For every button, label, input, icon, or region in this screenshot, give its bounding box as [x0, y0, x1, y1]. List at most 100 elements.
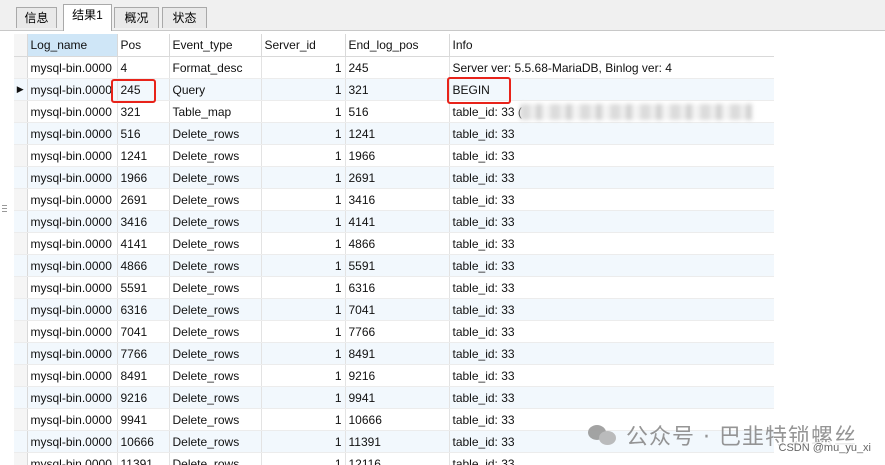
- cell-pos[interactable]: 4866: [117, 254, 170, 277]
- cell-end-log-pos[interactable]: 2691: [345, 166, 450, 189]
- cell-pos[interactable]: 5591: [117, 276, 170, 299]
- cell-log-name[interactable]: mysql-bin.0000: [27, 408, 118, 431]
- cell-server-id[interactable]: 1: [261, 452, 346, 465]
- cell-info[interactable]: table_id: 33: [449, 320, 774, 343]
- cell-server-id[interactable]: 1: [261, 56, 346, 79]
- cell-pos[interactable]: 516: [117, 122, 170, 145]
- cell-end-log-pos[interactable]: 11391: [345, 430, 450, 453]
- cell-server-id[interactable]: 1: [261, 430, 346, 453]
- row-indicator[interactable]: [14, 320, 28, 343]
- cell-end-log-pos[interactable]: 4866: [345, 232, 450, 255]
- cell-server-id[interactable]: 1: [261, 166, 346, 189]
- cell-end-log-pos[interactable]: 5591: [345, 254, 450, 277]
- table-row[interactable]: mysql-bin.0000 7041 Delete_rows 1 7766 table_…: [14, 320, 774, 343]
- cell-event-type[interactable]: Delete_rows: [169, 254, 262, 277]
- row-indicator[interactable]: [14, 408, 28, 431]
- cell-pos[interactable]: 1241: [117, 144, 170, 167]
- current-row-arrow-icon[interactable]: ▶: [14, 78, 28, 101]
- cell-pos[interactable]: 3416: [117, 210, 170, 233]
- row-indicator[interactable]: [14, 430, 28, 453]
- cell-log-name[interactable]: mysql-bin.0000: [27, 232, 118, 255]
- row-indicator[interactable]: [14, 122, 28, 145]
- cell-end-log-pos[interactable]: 1241: [345, 122, 450, 145]
- cell-log-name[interactable]: mysql-bin.0000: [27, 452, 118, 465]
- row-indicator[interactable]: [14, 298, 28, 321]
- column-header-event-type[interactable]: Event_type: [169, 34, 262, 57]
- column-header-pos[interactable]: Pos: [117, 34, 170, 57]
- cell-event-type[interactable]: Delete_rows: [169, 232, 262, 255]
- row-indicator[interactable]: [14, 364, 28, 387]
- cell-end-log-pos[interactable]: 321: [345, 78, 450, 101]
- row-indicator[interactable]: [14, 188, 28, 211]
- cell-server-id[interactable]: 1: [261, 364, 346, 387]
- cell-event-type[interactable]: Delete_rows: [169, 452, 262, 465]
- cell-info[interactable]: table_id: 33: [449, 276, 774, 299]
- cell-pos[interactable]: 321: [117, 100, 170, 123]
- cell-server-id[interactable]: 1: [261, 386, 346, 409]
- cell-log-name[interactable]: mysql-bin.0000: [27, 276, 118, 299]
- cell-pos[interactable]: 11391: [117, 452, 170, 465]
- cell-pos[interactable]: 1966: [117, 166, 170, 189]
- cell-event-type[interactable]: Delete_rows: [169, 166, 262, 189]
- cell-end-log-pos[interactable]: 516: [345, 100, 450, 123]
- cell-log-name[interactable]: mysql-bin.0000: [27, 386, 118, 409]
- cell-event-type[interactable]: Format_desc: [169, 56, 262, 79]
- cell-pos[interactable]: 7766: [117, 342, 170, 365]
- cell-log-name[interactable]: mysql-bin.0000: [27, 144, 118, 167]
- cell-pos[interactable]: 6316: [117, 298, 170, 321]
- cell-pos[interactable]: 10666: [117, 430, 170, 453]
- cell-event-type[interactable]: Delete_rows: [169, 276, 262, 299]
- cell-pos[interactable]: 2691: [117, 188, 170, 211]
- cell-event-type[interactable]: Query: [169, 78, 262, 101]
- table-row[interactable]: mysql-bin.0000 6316 Delete_rows 1 7041 table_…: [14, 298, 774, 321]
- cell-end-log-pos[interactable]: 1966: [345, 144, 450, 167]
- cell-end-log-pos[interactable]: 6316: [345, 276, 450, 299]
- cell-info[interactable]: table_id: 33: [449, 254, 774, 277]
- cell-server-id[interactable]: 1: [261, 188, 346, 211]
- cell-pos[interactable]: 7041: [117, 320, 170, 343]
- row-indicator[interactable]: [14, 386, 28, 409]
- table-row[interactable]: mysql-bin.0000 8491 Delete_rows 1 9216 table_…: [14, 364, 774, 387]
- cell-info[interactable]: table_id: 33: [449, 166, 774, 189]
- table-row[interactable]: mysql-bin.0000 1966 Delete_rows 1 2691 table_…: [14, 166, 774, 189]
- cell-info[interactable]: table_id: 33: [449, 144, 774, 167]
- tab-result-1[interactable]: 结果1: [63, 4, 112, 31]
- column-header-server-id[interactable]: Server_id: [261, 34, 346, 57]
- table-row[interactable]: mysql-bin.0000 5591 Delete_rows 1 6316 table_…: [14, 276, 774, 299]
- cell-end-log-pos[interactable]: 12116: [345, 452, 450, 465]
- cell-server-id[interactable]: 1: [261, 122, 346, 145]
- cell-end-log-pos[interactable]: 7766: [345, 320, 450, 343]
- row-indicator[interactable]: [14, 144, 28, 167]
- cell-end-log-pos[interactable]: 8491: [345, 342, 450, 365]
- cell-event-type[interactable]: Delete_rows: [169, 320, 262, 343]
- table-row[interactable]: mysql-bin.0000 3416 Delete_rows 1 4141 table_…: [14, 210, 774, 233]
- cell-log-name[interactable]: mysql-bin.0000: [27, 78, 118, 101]
- cell-info[interactable]: table_id: 33: [449, 122, 774, 145]
- row-indicator[interactable]: [14, 100, 28, 123]
- table-row[interactable]: mysql-bin.0000 1241 Delete_rows 1 1966 table_…: [14, 144, 774, 167]
- row-indicator[interactable]: [14, 166, 28, 189]
- cell-log-name[interactable]: mysql-bin.0000: [27, 210, 118, 233]
- table-row[interactable]: mysql-bin.0000 4 Format_desc 1 245 Server ver…: [14, 56, 774, 79]
- tab-profile[interactable]: 概况: [114, 7, 159, 28]
- cell-log-name[interactable]: mysql-bin.0000: [27, 320, 118, 343]
- cell-server-id[interactable]: 1: [261, 320, 346, 343]
- cell-end-log-pos[interactable]: 9216: [345, 364, 450, 387]
- cell-pos[interactable]: 9941: [117, 408, 170, 431]
- cell-server-id[interactable]: 1: [261, 144, 346, 167]
- cell-log-name[interactable]: mysql-bin.0000: [27, 100, 118, 123]
- row-indicator[interactable]: [14, 232, 28, 255]
- cell-event-type[interactable]: Delete_rows: [169, 386, 262, 409]
- cell-server-id[interactable]: 1: [261, 100, 346, 123]
- table-row[interactable]: mysql-bin.0000 11391 Delete_rows 1 12116 tabl…: [14, 452, 774, 465]
- row-indicator[interactable]: [14, 210, 28, 233]
- row-indicator[interactable]: [14, 342, 28, 365]
- cell-end-log-pos[interactable]: 7041: [345, 298, 450, 321]
- cell-event-type[interactable]: Delete_rows: [169, 430, 262, 453]
- table-row[interactable]: mysql-bin.0000 7766 Delete_rows 1 8491 table_…: [14, 342, 774, 365]
- table-row[interactable]: mysql-bin.0000 9216 Delete_rows 1 9941 table_…: [14, 386, 774, 409]
- cell-pos[interactable]: 8491: [117, 364, 170, 387]
- cell-log-name[interactable]: mysql-bin.0000: [27, 122, 118, 145]
- cell-server-id[interactable]: 1: [261, 342, 346, 365]
- cell-server-id[interactable]: 1: [261, 408, 346, 431]
